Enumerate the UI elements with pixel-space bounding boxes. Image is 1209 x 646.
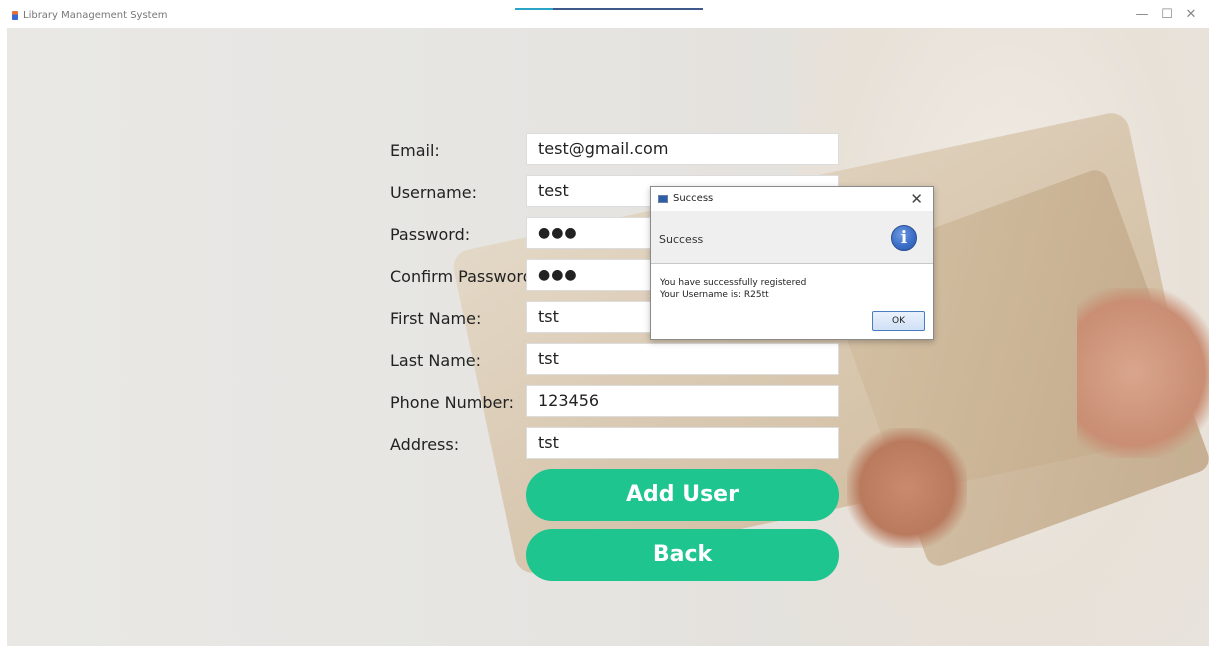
minimize-button[interactable]: —	[1131, 6, 1153, 24]
email-label: Email:	[390, 141, 440, 160]
ok-button[interactable]: OK	[872, 311, 925, 331]
dialog-title: Success	[673, 193, 714, 204]
password-label: Password:	[390, 225, 471, 244]
address-field[interactable]: tst	[526, 427, 839, 459]
last-name-label: Last Name:	[390, 351, 482, 370]
maximize-button[interactable]: ☐	[1156, 6, 1178, 24]
app-icon	[12, 11, 18, 20]
dialog-message-line1: You have successfully registered	[660, 278, 807, 288]
loading-strip	[515, 8, 703, 10]
address-label: Address:	[390, 435, 460, 454]
dialog-window-icon	[658, 195, 668, 203]
phone-number-label: Phone Number:	[390, 393, 515, 412]
phone-number-field[interactable]: 123456	[526, 385, 839, 417]
close-button[interactable]: ✕	[1180, 6, 1202, 24]
last-name-field[interactable]: tst	[526, 343, 839, 375]
window-titlebar: Library Management System — ☐ ✕	[0, 0, 1209, 30]
success-dialog: Success ✕ Success i You have successfull…	[650, 186, 934, 340]
first-name-label: First Name:	[390, 309, 482, 328]
dialog-message-line2: Your Username is: R25tt	[660, 290, 769, 300]
dialog-close-button[interactable]: ✕	[910, 190, 923, 208]
info-icon: i	[891, 225, 917, 251]
email-field[interactable]: test@gmail.com	[526, 133, 839, 165]
confirm-password-label: Confirm Password:	[390, 267, 539, 286]
username-label: Username:	[390, 183, 477, 202]
back-button[interactable]: Back	[526, 529, 839, 581]
dialog-header-text: Success	[659, 233, 704, 246]
dialog-header: Success i	[651, 211, 933, 264]
dialog-titlebar: Success ✕	[651, 187, 933, 211]
hand-image	[1077, 288, 1209, 458]
window-title: Library Management System	[23, 10, 168, 21]
add-user-button[interactable]: Add User	[526, 469, 839, 521]
hand-image	[847, 428, 967, 548]
